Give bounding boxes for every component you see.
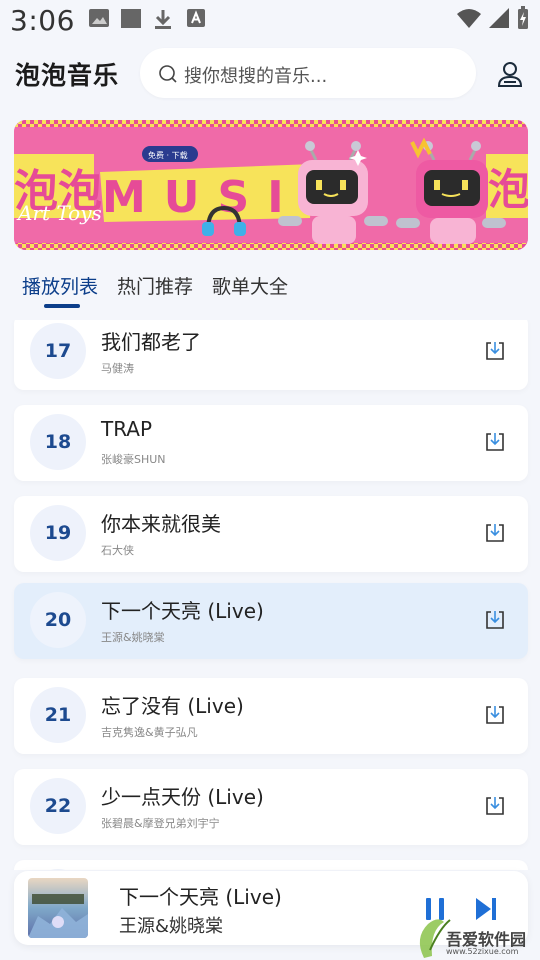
cell-signal-icon: [489, 8, 509, 28]
download-icon[interactable]: [484, 340, 506, 362]
text-notification-icon: [187, 9, 205, 27]
track-number: 20: [30, 592, 86, 648]
song-title: 我们都老了: [101, 330, 201, 354]
song-title: TRAP: [101, 417, 153, 441]
list-item[interactable]: 17 我们都老了 马健涛: [14, 320, 528, 390]
list-item[interactable]: 18 TRAP 张峻豪SHUN: [14, 405, 528, 481]
album-cover[interactable]: [28, 878, 88, 938]
user-profile-icon[interactable]: [496, 60, 524, 88]
track-number: 17: [30, 323, 86, 379]
song-title: 你本来就很美: [101, 512, 221, 536]
download-icon[interactable]: [484, 431, 506, 453]
search-icon: [159, 65, 177, 83]
status-time: 3:06: [10, 4, 75, 37]
track-number: 21: [30, 687, 86, 743]
banner-right-text: 泡: [488, 165, 528, 214]
list-item[interactable]: 22 少一点天份 (Live) 张碧晨&摩登兄弟刘宇宁: [14, 769, 528, 845]
download-icon[interactable]: [484, 795, 506, 817]
now-playing-title: 下一个天亮 (Live): [119, 885, 282, 909]
download-icon[interactable]: [484, 522, 506, 544]
song-artist: 王源&姚晓棠: [101, 631, 165, 644]
download-icon[interactable]: [484, 609, 506, 631]
list-item[interactable]: 21 忘了没有 (Live) 吉克隽逸&黄子弘凡: [14, 678, 528, 754]
song-artist: 马健涛: [101, 362, 134, 375]
app-title: 泡泡音乐: [15, 61, 120, 90]
song-artist: 张碧晨&摩登兄弟刘宇宁: [101, 817, 220, 830]
download-icon[interactable]: [484, 704, 506, 726]
square-notification-icon: [121, 9, 141, 28]
download-notification-icon: [155, 10, 171, 29]
image-notification-icon: [89, 9, 109, 27]
search-placeholder: 搜你想搜的音乐...: [184, 66, 328, 87]
banner-badge: 免费 · 下载: [148, 150, 188, 160]
list-item-now-playing[interactable]: 20 下一个天亮 (Live) 王源&姚晓棠: [14, 583, 528, 659]
song-title: 下一个天亮 (Live): [101, 599, 264, 623]
song-artist: 吉克隽逸&黄子弘凡: [101, 726, 198, 739]
banner-script-text: Art Toys: [16, 201, 102, 225]
promo-banner[interactable]: MUSIC 泡泡 泡 Art Toys 免费 · 下载: [14, 120, 528, 250]
track-number: 18: [30, 414, 86, 470]
list-item[interactable]: 19 你本来就很美 石大侠: [14, 496, 528, 572]
now-playing-artist: 王源&姚晓棠: [119, 916, 224, 937]
category-tabs: 播放列表 热门推荐 歌单大全: [0, 268, 540, 312]
track-number: 19: [30, 505, 86, 561]
wifi-icon: [457, 9, 481, 28]
battery-icon: [518, 6, 528, 29]
list-item-partial[interactable]: [14, 860, 528, 870]
track-number-partial: [30, 869, 86, 870]
track-number: 22: [30, 778, 86, 834]
song-title: 少一点天份 (Live): [101, 785, 264, 809]
active-tab-indicator: [44, 304, 80, 308]
tab-playlist[interactable]: 播放列表: [22, 272, 98, 299]
tab-song-collections[interactable]: 歌单大全: [212, 272, 288, 299]
search-input[interactable]: 搜你想搜的音乐...: [140, 48, 476, 98]
watermark-url: www.52zixue.com: [446, 947, 519, 956]
song-list[interactable]: 17 我们都老了 马健涛 18 TRAP 张峻豪SHUN 19 你本来就很美 石…: [0, 320, 540, 870]
status-bar: 3:06: [0, 0, 540, 40]
tab-hot-recommend[interactable]: 热门推荐: [117, 272, 193, 299]
top-header: 泡泡音乐 搜你想搜的音乐...: [0, 44, 540, 102]
song-title: 忘了没有 (Live): [101, 694, 244, 718]
song-artist: 石大侠: [101, 544, 134, 557]
song-artist: 张峻豪SHUN: [101, 453, 166, 466]
